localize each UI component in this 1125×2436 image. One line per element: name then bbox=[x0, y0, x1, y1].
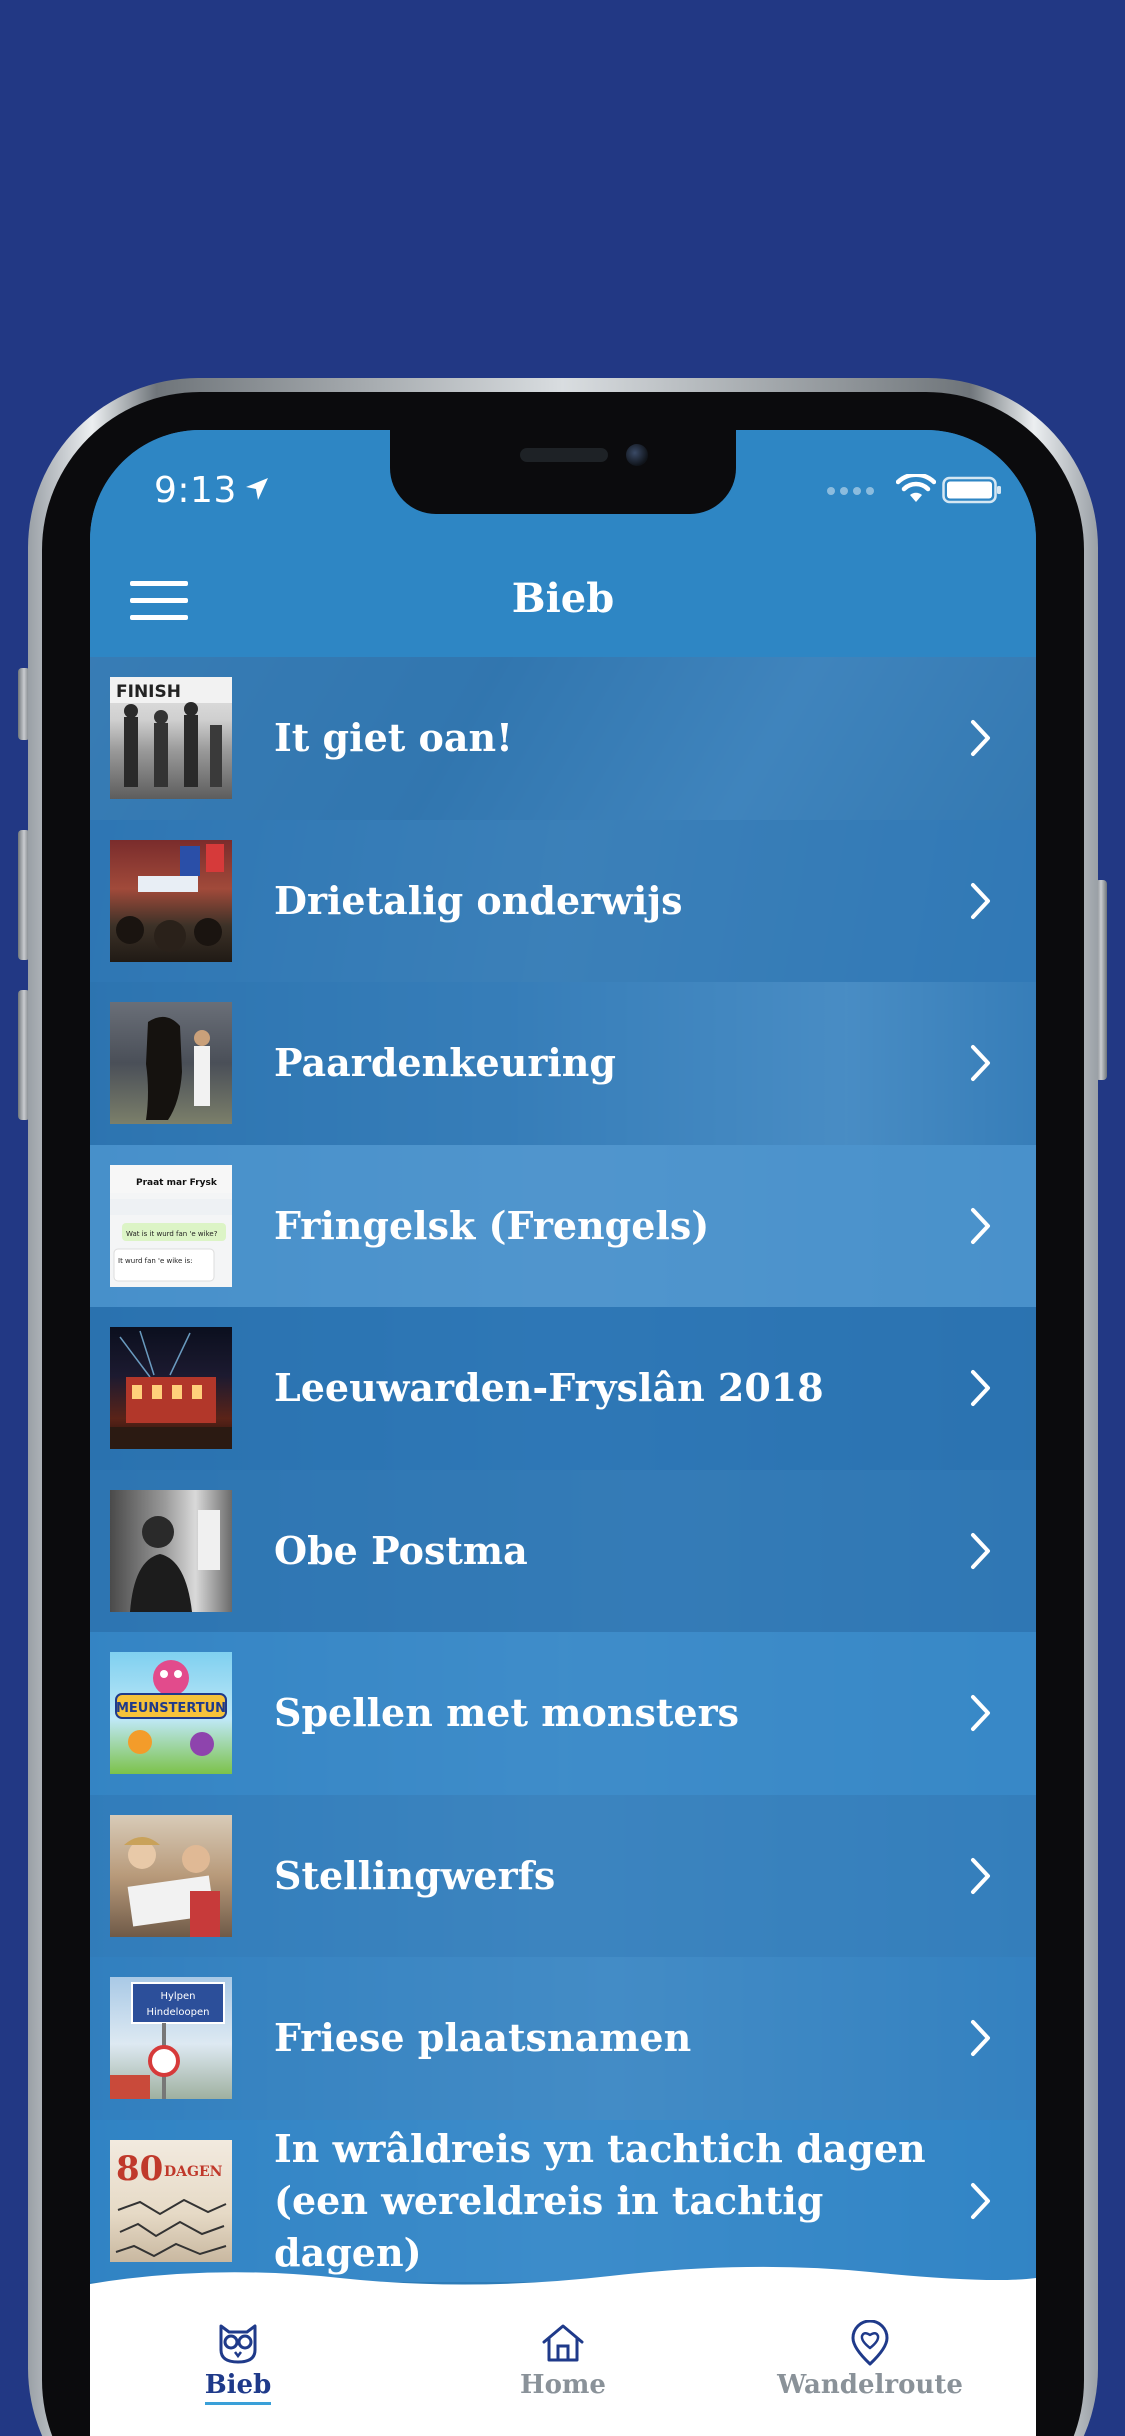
library-list: FINISH It giet oan! Drietalig onderwijs … bbox=[90, 657, 1036, 2282]
page-title: Bieb bbox=[511, 575, 615, 622]
list-item-label: Fringelsk (Frengels) bbox=[274, 1202, 710, 1248]
chat-title-text: Praat mar Frysk bbox=[136, 1178, 218, 1188]
finish-text: FINISH bbox=[116, 682, 181, 702]
chat-message-2: It wurd fan 'e wike is: bbox=[118, 1257, 192, 1265]
marketing-stage: 9:13 Bieb FINISH It giet oan! Drietalig … bbox=[0, 0, 1125, 2436]
signal-dots-icon bbox=[827, 487, 874, 495]
wifi-icon bbox=[896, 474, 936, 502]
building-lights-icon bbox=[110, 1327, 232, 1450]
notch bbox=[390, 430, 736, 514]
book-number-text: 80 bbox=[116, 2149, 163, 2189]
list-item-label: Spellen met monsters bbox=[274, 1690, 739, 1736]
list-item-label: It giet oan! bbox=[274, 715, 513, 761]
chevron-right-icon bbox=[971, 1207, 990, 1244]
chevron-right-icon bbox=[971, 882, 990, 919]
tab-bieb-label: Bieb bbox=[204, 2370, 272, 2405]
location-arrow-icon bbox=[246, 478, 268, 500]
list-item[interactable]: Paardenkeuring bbox=[90, 982, 1036, 1145]
chevron-right-icon bbox=[971, 1857, 990, 1894]
book-cover-icon: 80 DAGEN bbox=[110, 2139, 232, 2262]
school-sign-icon bbox=[110, 839, 232, 962]
tab-wandelroute[interactable]: Wandelroute bbox=[770, 2320, 970, 2400]
chevron-right-icon bbox=[971, 1695, 990, 1732]
horse-icon bbox=[110, 1002, 232, 1125]
town-sign-icon: Hylpen Hindeloopen bbox=[110, 1977, 232, 2100]
chat-screenshot-icon: Praat mar Frysk Wat is it wurd fan 'e wi… bbox=[110, 1164, 232, 1287]
list-item[interactable]: FINISH It giet oan! bbox=[90, 657, 1036, 820]
book-word-text: DAGEN bbox=[164, 2164, 223, 2180]
meunstertun-logo-text: MEUNSTERTUN bbox=[116, 1701, 226, 1716]
children-reading-icon bbox=[110, 1814, 232, 1937]
list-item[interactable]: Praat mar Frysk Wat is it wurd fan 'e wi… bbox=[90, 1144, 1036, 1307]
house-icon bbox=[542, 2324, 584, 2362]
navigation-bar: Bieb bbox=[90, 545, 1036, 657]
list-item-label: Drietalig onderwijs bbox=[274, 877, 683, 923]
list-item-label: Leeuwarden-Fryslân 2018 bbox=[274, 1365, 824, 1411]
front-camera bbox=[626, 444, 648, 466]
tab-bieb[interactable]: Bieb bbox=[138, 2320, 338, 2405]
list-item[interactable]: Drietalig onderwijs bbox=[90, 819, 1036, 982]
list-item-label: Obe Postma bbox=[274, 1527, 528, 1573]
town-sign-top-text: Hylpen bbox=[160, 1991, 195, 2002]
list-item[interactable]: MEUNSTERTUN Spellen met monsters bbox=[90, 1632, 1036, 1795]
app-screen: 9:13 Bieb FINISH It giet oan! Drietalig … bbox=[90, 430, 1036, 2436]
list-item-label: Paardenkeuring bbox=[274, 1040, 616, 1086]
meunstertun-logo-icon: MEUNSTERTUN bbox=[110, 1652, 232, 1775]
chevron-right-icon bbox=[971, 2182, 990, 2219]
status-time: 9:13 bbox=[154, 470, 237, 511]
list-item[interactable]: Obe Postma bbox=[90, 1469, 1036, 1632]
speaker-grille bbox=[520, 448, 608, 462]
chevron-right-icon bbox=[971, 1370, 990, 1407]
list-item[interactable]: Leeuwarden-Fryslân 2018 bbox=[90, 1307, 1036, 1470]
town-sign-bottom-text: Hindeloopen bbox=[147, 2007, 210, 2018]
chat-message-1: Wat is it wurd fan 'e wike? bbox=[126, 1230, 218, 1238]
heart-pin-icon bbox=[851, 2320, 889, 2366]
list-item[interactable]: Hylpen Hindeloopen Friese plaatsnamen bbox=[90, 1957, 1036, 2120]
list-item-label: Friese plaatsnamen bbox=[274, 2015, 692, 2061]
tab-wandelroute-label: Wandelroute bbox=[777, 2370, 963, 2400]
chevron-right-icon bbox=[971, 2020, 990, 2057]
chevron-right-icon bbox=[971, 720, 990, 757]
finish-icon: FINISH bbox=[110, 677, 232, 800]
tab-home[interactable]: Home bbox=[463, 2320, 663, 2400]
list-item-label: Stellingwerfs bbox=[274, 1852, 556, 1898]
portrait-photo-icon bbox=[110, 1489, 232, 1612]
tab-home-label: Home bbox=[520, 2370, 606, 2400]
chevron-right-icon bbox=[971, 1045, 990, 1082]
tab-bar: Bieb Home Wandelroute bbox=[90, 2290, 1036, 2436]
list-item[interactable]: Stellingwerfs bbox=[90, 1794, 1036, 1957]
battery-icon bbox=[942, 476, 1001, 504]
chevron-right-icon bbox=[971, 1532, 990, 1569]
owl-icon bbox=[219, 2324, 257, 2364]
list-item-label: In wrâldreis yn tachtich dagen (een were… bbox=[274, 2125, 926, 2275]
